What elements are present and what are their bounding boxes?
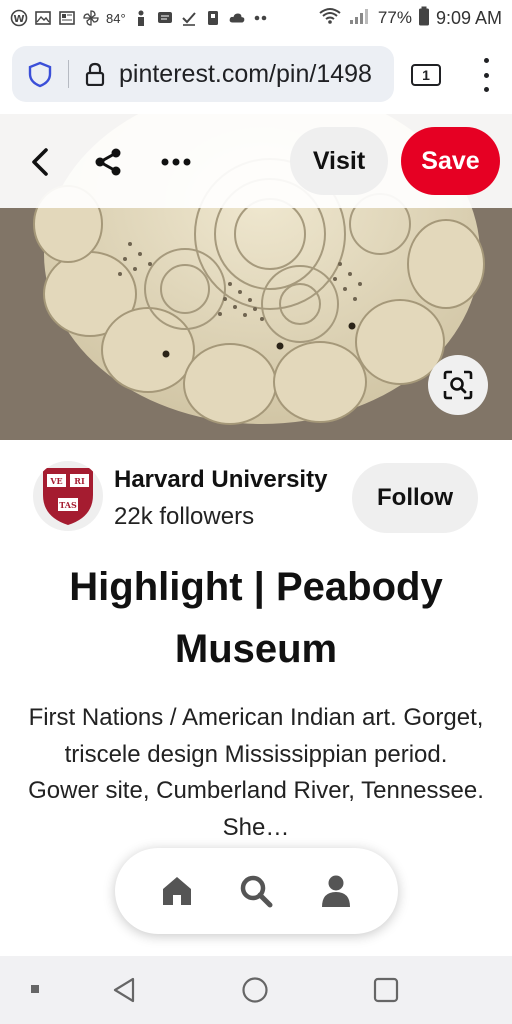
temperature-label: 84° — [106, 10, 126, 26]
signal-icon — [348, 7, 372, 30]
back-icon[interactable] — [108, 974, 140, 1006]
check-icon — [180, 9, 198, 27]
clipboard-icon — [204, 9, 222, 27]
wifi-icon — [318, 7, 342, 30]
bottom-navigation — [115, 848, 398, 934]
browser-toolbar: pinterest.com/pin/1498 1 — [0, 36, 512, 114]
wordpress-icon: W — [10, 9, 28, 27]
clock: 9:09 AM — [435, 7, 502, 28]
status-bar: W 84° 77% 9:09 AM — [0, 0, 512, 36]
message-icon — [156, 9, 174, 27]
pin-description[interactable]: First Nations / American Indian art. Gor… — [26, 700, 486, 846]
battery-icon — [418, 6, 430, 31]
follow-button[interactable]: Follow — [352, 463, 478, 533]
lock-icon[interactable] — [83, 62, 107, 87]
profile-icon[interactable] — [314, 869, 358, 913]
image-icon — [34, 9, 52, 27]
recents-icon[interactable] — [370, 974, 402, 1006]
harvard-shield-logo: VE RI TAS — [43, 468, 93, 525]
search-icon[interactable] — [234, 869, 278, 913]
pin-title: Highlight | Peabody Museum — [69, 565, 443, 671]
home-icon[interactable] — [155, 869, 199, 913]
battery-percent: 77% — [377, 8, 412, 27]
creator-avatar[interactable]: VE RI TAS — [33, 461, 103, 531]
url-text[interactable]: pinterest.com/pin/1498 — [119, 60, 372, 89]
status-icons-left: W 84° — [10, 9, 270, 27]
android-navigation-bar — [0, 956, 512, 1024]
news-icon — [58, 9, 76, 27]
cloud-icon — [228, 9, 246, 27]
share-icon[interactable] — [90, 144, 126, 180]
more-options-icon[interactable] — [158, 144, 194, 180]
nav-dot-icon — [30, 984, 40, 994]
follower-count: 22k followers — [114, 503, 255, 530]
svg-text:W: W — [13, 14, 24, 25]
shield-word-3: TAS — [59, 500, 77, 510]
tracking-shield-icon[interactable] — [26, 60, 54, 88]
shield-word-2: RI — [74, 476, 85, 486]
more-dots-icon — [252, 9, 270, 27]
status-icons-right: 77% 9:09 AM — [318, 6, 502, 31]
home-circle-icon[interactable] — [239, 974, 271, 1006]
browser-menu-icon[interactable] — [478, 58, 494, 92]
tab-switcher-button[interactable]: 1 — [411, 64, 441, 86]
shield-word-1: VE — [49, 476, 62, 486]
person-icon — [132, 9, 150, 27]
visit-button[interactable]: Visit — [290, 127, 388, 195]
creator-name[interactable]: Harvard University — [114, 466, 327, 494]
back-icon[interactable] — [22, 144, 58, 180]
pinwheel-icon — [82, 9, 100, 27]
url-bar[interactable]: pinterest.com/pin/1498 — [12, 46, 394, 102]
visual-search-icon[interactable] — [428, 355, 488, 415]
url-divider — [68, 60, 69, 88]
save-button[interactable]: Save — [401, 127, 500, 195]
